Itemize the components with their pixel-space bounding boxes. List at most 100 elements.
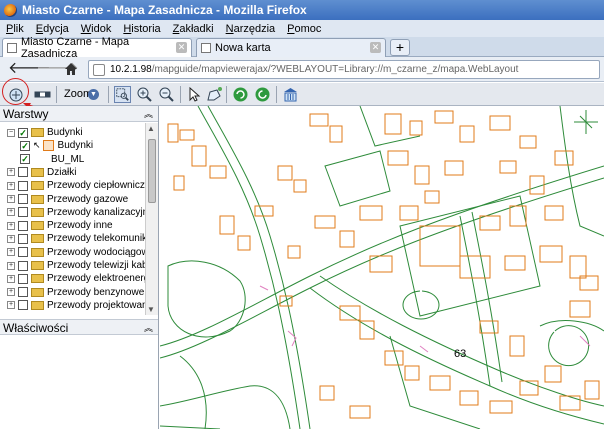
menu-historia[interactable]: Historia: [123, 23, 160, 35]
address-bar[interactable]: 10.2.1.98/mapguide/mapviewerajax/?WEBLAY…: [88, 60, 600, 79]
layer-label: Budynki: [47, 127, 83, 138]
map-toolbar: Zoom ▼: [0, 83, 604, 106]
menu-widok[interactable]: Widok: [81, 23, 112, 35]
building-icon[interactable]: [282, 86, 299, 103]
expand-icon[interactable]: +: [7, 168, 15, 177]
expand-icon[interactable]: +: [7, 234, 15, 243]
collapse-icon[interactable]: −: [7, 128, 15, 137]
layer-checkbox[interactable]: [18, 300, 28, 311]
building-shape: [539, 245, 563, 263]
building-shape: [424, 190, 440, 204]
properties-panel-header[interactable]: Właściwości ︽: [0, 319, 158, 335]
layer-item[interactable]: + Przewody kanalizacyjne: [7, 206, 145, 219]
expand-icon[interactable]: +: [7, 208, 15, 217]
layer-item[interactable]: + Przewody benzynowe: [7, 286, 144, 299]
collapse-icon[interactable]: ︽: [144, 106, 153, 122]
layer-label: Przewody telewizji kablowej: [47, 260, 145, 271]
layer-checkbox[interactable]: ✓: [20, 140, 30, 151]
menu-edycja[interactable]: Edycja: [36, 23, 69, 35]
expand-icon[interactable]: +: [7, 274, 15, 283]
zoom-out-icon[interactable]: [158, 86, 175, 103]
expand-icon[interactable]: +: [7, 248, 15, 257]
close-icon[interactable]: ✕: [370, 42, 381, 53]
layer-item[interactable]: + Przewody projektowane: [7, 299, 145, 312]
menu-zakladki[interactable]: Zakładki: [173, 23, 214, 35]
map-canvas[interactable]: [160, 106, 604, 429]
building-shape: [409, 120, 423, 136]
layer-item[interactable]: − ✓ Budynki: [7, 126, 83, 139]
building-shape: [544, 205, 564, 221]
layer-item[interactable]: + Przewody elektroenergetyczne: [7, 272, 145, 285]
layer-checkbox[interactable]: ✓: [20, 154, 30, 165]
tab-new[interactable]: Nowa karta ✕: [196, 38, 386, 57]
layer-item[interactable]: + Przewody inne: [7, 219, 113, 232]
layer-tree-scrollbar[interactable]: ▲ ▼: [145, 123, 158, 315]
expand-icon[interactable]: +: [7, 221, 15, 230]
expand-icon[interactable]: +: [7, 181, 15, 190]
layer-checkbox[interactable]: [18, 233, 28, 244]
building-shape: [404, 365, 420, 381]
layer-checkbox[interactable]: [18, 220, 28, 231]
layer-checkbox[interactable]: ✓: [18, 127, 28, 138]
building-shape: [459, 390, 479, 406]
building-shape: [384, 113, 402, 135]
map-view[interactable]: 63: [160, 106, 604, 429]
menu-plik[interactable]: Plik: [6, 23, 24, 35]
scroll-up-icon[interactable]: ▲: [147, 124, 155, 133]
select-pointer-icon[interactable]: [186, 86, 203, 103]
layer-item[interactable]: + Przewody ciepłownicze: [7, 179, 145, 192]
refresh-map-icon[interactable]: [232, 86, 249, 103]
layer-item[interactable]: + Przewody wodociągowe: [7, 246, 145, 259]
refresh-layers-icon[interactable]: [254, 86, 271, 103]
page-icon: [7, 43, 17, 53]
expand-icon[interactable]: +: [7, 288, 15, 297]
building-shape: [384, 350, 404, 366]
building-shape: [559, 395, 581, 411]
layer-checkbox[interactable]: [18, 194, 28, 204]
expand-icon[interactable]: +: [7, 195, 15, 203]
layers-panel-title: Warstwy: [3, 107, 49, 121]
layer-checkbox[interactable]: [18, 247, 28, 258]
layer-checkbox[interactable]: [18, 287, 28, 298]
building-shape: [414, 165, 430, 185]
select-polygon-icon[interactable]: [206, 86, 223, 103]
building-shape: [219, 215, 235, 235]
expand-icon[interactable]: +: [7, 301, 15, 310]
layer-item[interactable]: + Przewody gazowe: [7, 193, 128, 206]
layers-panel-header[interactable]: Warstwy ︽: [0, 106, 158, 122]
zoom-in-icon[interactable]: [136, 86, 153, 103]
layer-item[interactable]: ✓ BU_ML: [20, 153, 84, 166]
zoom-dropdown-icon[interactable]: ▼: [88, 89, 99, 100]
address-path: /mapguide/mapviewerajax/?WEBLAYOUT=Libra…: [151, 64, 519, 75]
site-icon: [93, 63, 105, 76]
building-shape: [434, 110, 454, 124]
building-shape: [459, 125, 475, 143]
layer-checkbox[interactable]: [18, 180, 28, 191]
collapse-icon[interactable]: ︽: [144, 320, 153, 336]
layer-item[interactable]: + Przewody telekomunikacyjne: [7, 232, 145, 245]
layer-label: Przewody elektroenergetyczne: [47, 273, 145, 285]
layer-label: Przewody telekomunikacyjne: [47, 233, 145, 245]
scrollbar-thumb[interactable]: [148, 139, 156, 203]
zoom-rectangle-icon[interactable]: [114, 86, 131, 103]
expand-icon[interactable]: +: [7, 261, 15, 270]
home-icon[interactable]: [64, 62, 78, 76]
scroll-down-icon[interactable]: ▼: [147, 305, 155, 314]
layer-label: Przewody gazowe: [47, 193, 129, 205]
layer-item[interactable]: + Działki: [7, 166, 76, 179]
layer-item[interactable]: ✓ ↖ Budynki: [20, 139, 93, 152]
layer-checkbox[interactable]: [18, 167, 28, 178]
new-tab-button[interactable]: +: [390, 39, 410, 56]
layer-item[interactable]: + Przewody telewizji kablowej: [7, 259, 145, 272]
building-shape: [459, 255, 491, 279]
menu-narzedzia[interactable]: Narzędzia: [226, 23, 276, 35]
layer-checkbox[interactable]: [18, 273, 28, 284]
building-shape: [584, 380, 600, 400]
layer-checkbox[interactable]: [18, 260, 28, 271]
layer-checkbox[interactable]: [18, 207, 28, 218]
close-icon[interactable]: ✕: [176, 42, 187, 53]
menu-pomoc[interactable]: Pomoc: [287, 23, 321, 35]
menu-bar: Plik Edycja Widok Historia Zakładki Narz…: [0, 20, 604, 37]
tab-map[interactable]: Miasto Czarne - Mapa Zasadnicza ✕: [2, 36, 192, 60]
building-shape: [479, 215, 501, 231]
